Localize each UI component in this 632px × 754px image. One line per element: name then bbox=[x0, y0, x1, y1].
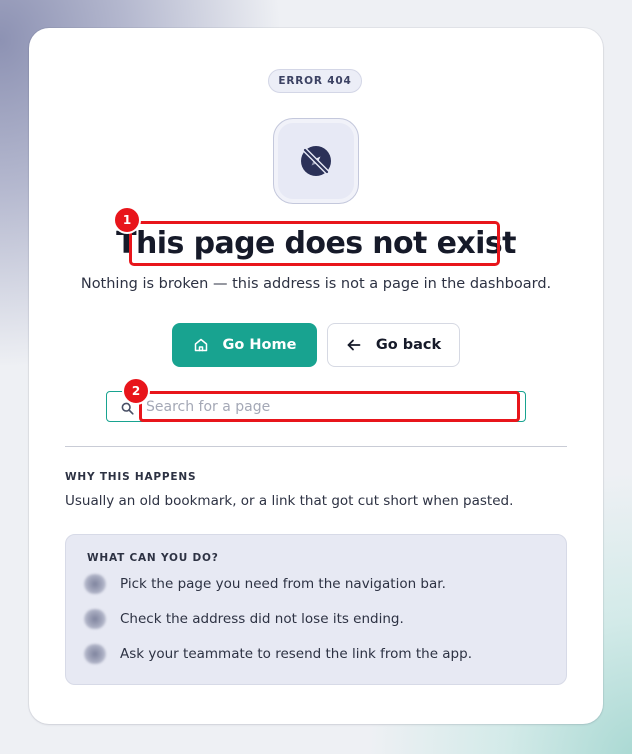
go-home-label: Go Home bbox=[222, 337, 297, 353]
tip-text: Pick the page you need from the navigati… bbox=[120, 576, 446, 592]
go-home-button[interactable]: Go Home bbox=[172, 323, 317, 367]
list-item: Check the address did not lose its endin… bbox=[84, 609, 404, 629]
list-item: Ask your teammate to resend the link fro… bbox=[84, 644, 472, 664]
error-code-badge: ERROR 404 bbox=[268, 69, 362, 93]
divider bbox=[65, 446, 567, 447]
tip-text: Check the address did not lose its endin… bbox=[120, 611, 404, 627]
annotation-marker-2: 2 bbox=[122, 377, 150, 405]
bullet-icon bbox=[84, 574, 106, 594]
page-subtitle: Nothing is broken — this address is not … bbox=[80, 276, 552, 292]
tips-panel: WHAT CAN YOU DO? Pick the page you need … bbox=[65, 534, 567, 685]
tips-heading: WHAT CAN YOU DO? bbox=[87, 552, 219, 564]
why-text: Usually an old bookmark, or a link that … bbox=[65, 493, 514, 509]
error-card: ERROR 404 This page does not exist 1 Not… bbox=[29, 28, 603, 724]
bullet-icon bbox=[84, 609, 106, 629]
tip-text: Ask your teammate to resend the link fro… bbox=[120, 646, 472, 662]
bullet-icon bbox=[84, 644, 106, 664]
go-back-button[interactable]: Go back bbox=[327, 323, 460, 367]
why-heading: WHY THIS HAPPENS bbox=[65, 471, 197, 483]
compass-off-icon bbox=[301, 146, 331, 176]
search-input[interactable] bbox=[139, 391, 520, 422]
arrow-left-icon bbox=[346, 337, 362, 353]
home-icon bbox=[193, 337, 209, 353]
list-item: Pick the page you need from the navigati… bbox=[84, 574, 446, 594]
annotation-marker-1: 1 bbox=[113, 206, 141, 234]
go-back-label: Go back bbox=[375, 337, 442, 353]
compass-off-icon-tile bbox=[273, 118, 359, 204]
